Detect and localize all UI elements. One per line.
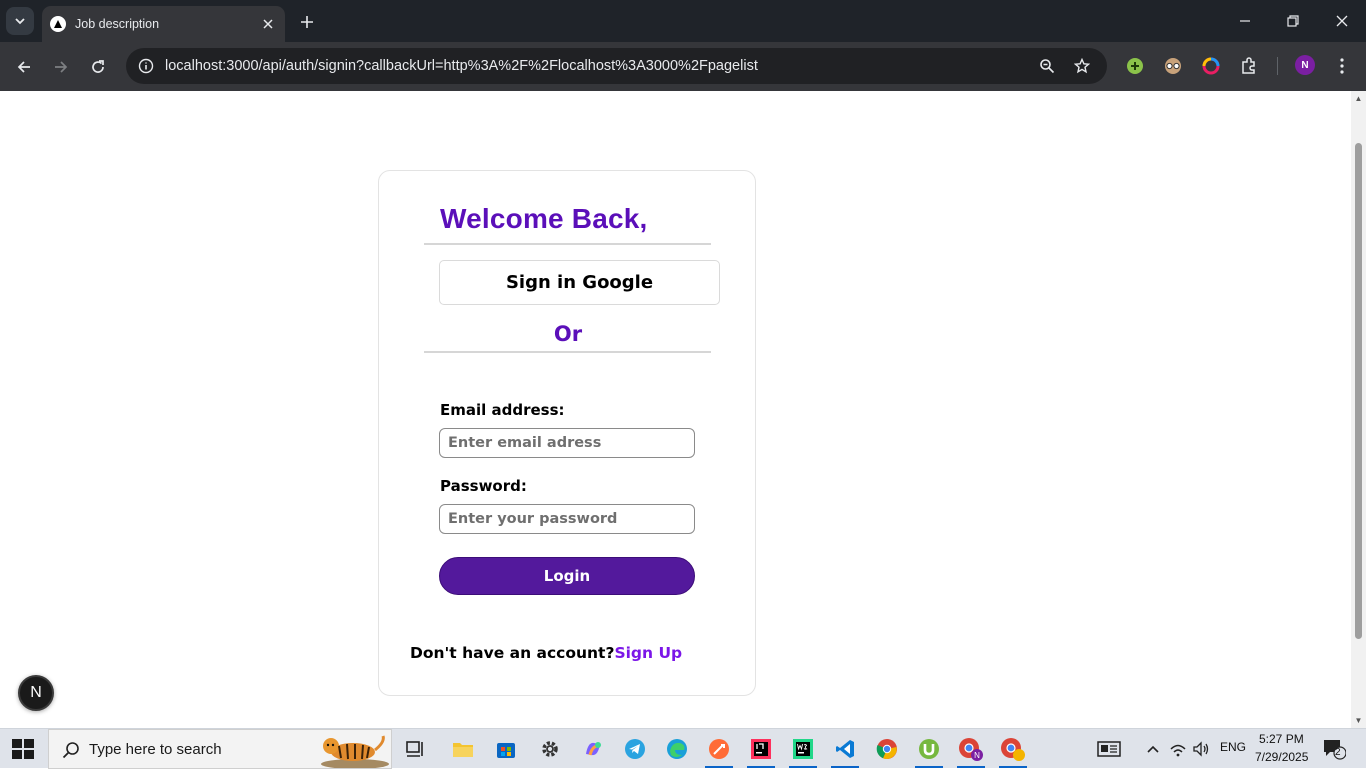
chevron-down-icon (15, 18, 25, 25)
signup-link[interactable]: Sign Up (614, 644, 682, 662)
edge-browser-icon[interactable] (663, 735, 691, 763)
intellij-idea-icon[interactable] (747, 735, 775, 763)
nextjs-dev-indicator[interactable]: N (18, 675, 54, 711)
page-scrollbar[interactable]: ▲ ▼ (1351, 91, 1366, 728)
password-label: Password: (440, 477, 527, 495)
taskbar-search-placeholder: Type here to search (89, 741, 222, 758)
vscode-icon[interactable] (831, 735, 859, 763)
webstorm-icon[interactable] (789, 735, 817, 763)
plus-icon (301, 16, 313, 28)
browser-toolbar: localhost:3000/api/auth/signin?callbackU… (0, 42, 1366, 91)
clock-time[interactable]: 5:27 PM (1259, 732, 1304, 746)
bookmark-star-icon[interactable] (1070, 54, 1094, 78)
reload-button[interactable] (83, 52, 113, 82)
task-view-icon[interactable] (402, 735, 430, 763)
password-input[interactable] (439, 504, 695, 534)
heading-divider (424, 243, 711, 245)
notification-count: 2 (1335, 747, 1341, 758)
glasses-extension-icon[interactable] (1162, 55, 1184, 77)
restore-button[interactable] (1270, 0, 1316, 42)
notification-center-icon[interactable]: 2 (1320, 735, 1348, 763)
search-icon (61, 740, 81, 760)
arrow-left-icon (17, 61, 30, 73)
new-tab-button[interactable] (294, 9, 320, 35)
close-window-button[interactable] (1319, 0, 1365, 42)
chrome-profile-n-icon[interactable]: N (957, 735, 985, 763)
telegram-icon[interactable] (621, 735, 649, 763)
scroll-down-arrow-icon[interactable]: ▼ (1354, 716, 1363, 725)
file-explorer-icon[interactable] (449, 735, 477, 763)
puzzle-extensions-icon[interactable] (1238, 55, 1260, 77)
nextjs-triangle-icon (50, 16, 66, 32)
address-bar[interactable]: localhost:3000/api/auth/signin?callbackU… (126, 48, 1107, 84)
tab-title: Job description (75, 17, 160, 31)
close-icon (1336, 15, 1348, 27)
tab-search-dropdown-button[interactable] (6, 7, 34, 35)
signin-card: Welcome Back, Sign in Google Or Email ad… (378, 170, 756, 696)
welcome-heading: Welcome Back, (440, 203, 648, 234)
green-plus-extension-icon[interactable] (1124, 55, 1146, 77)
postman-icon[interactable] (705, 735, 733, 763)
restore-icon (1287, 15, 1299, 27)
windows-taskbar: Type here to search N ENG 5:27 PM 7/29/2… (0, 728, 1366, 769)
browser-tab-bar: Job description (0, 0, 1366, 42)
minimize-icon (1240, 20, 1250, 22)
or-divider (424, 351, 711, 353)
signup-prompt: Don't have an account? (410, 644, 615, 662)
color-ring-extension-icon[interactable] (1200, 55, 1222, 77)
kebab-menu-icon[interactable] (1331, 55, 1353, 77)
svg-text:N: N (974, 751, 980, 760)
login-button[interactable]: Login (439, 557, 695, 595)
reload-icon (92, 60, 104, 73)
forward-button[interactable] (46, 52, 76, 82)
or-divider-label: Or (553, 322, 583, 346)
chrome-profile-icon[interactable] (999, 735, 1027, 763)
minimize-button[interactable] (1222, 0, 1268, 42)
tiger-search-highlight-image (317, 732, 391, 769)
url-text[interactable]: localhost:3000/api/auth/signin?callbackU… (165, 58, 758, 74)
show-hidden-icons-chevron-up-icon[interactable] (1139, 735, 1167, 763)
taskbar-search-box[interactable]: Type here to search (48, 729, 392, 769)
windows-start-icon[interactable] (12, 739, 34, 759)
scroll-up-arrow-icon[interactable]: ▲ (1354, 94, 1363, 103)
signup-row: Don't have an account?Sign Up (410, 644, 682, 662)
copilot-icon[interactable] (579, 735, 607, 763)
page-viewport: Welcome Back, Sign in Google Or Email ad… (0, 91, 1351, 728)
email-input[interactable] (439, 428, 695, 458)
microsoft-store-icon[interactable] (492, 735, 520, 763)
chrome-icon[interactable] (873, 735, 901, 763)
language-indicator[interactable]: ENG (1220, 740, 1246, 754)
active-tab[interactable]: Job description (42, 6, 285, 42)
google-signin-button[interactable]: Sign in Google (439, 260, 720, 305)
news-widget-icon[interactable] (1095, 735, 1123, 763)
volume-icon[interactable] (1187, 735, 1215, 763)
back-button[interactable] (9, 52, 39, 82)
scroll-thumb[interactable] (1355, 143, 1362, 639)
settings-gear-icon[interactable] (536, 735, 564, 763)
tab-close-icon[interactable] (257, 13, 279, 35)
utorrent-icon[interactable] (915, 735, 943, 763)
profile-avatar[interactable]: N (1295, 55, 1315, 75)
toolbar-divider (1277, 57, 1278, 75)
site-info-icon[interactable] (134, 54, 158, 78)
zoom-icon[interactable] (1035, 54, 1059, 78)
clock-date[interactable]: 7/29/2025 (1255, 750, 1308, 764)
email-label: Email address: (440, 401, 565, 419)
arrow-right-icon (55, 61, 68, 73)
